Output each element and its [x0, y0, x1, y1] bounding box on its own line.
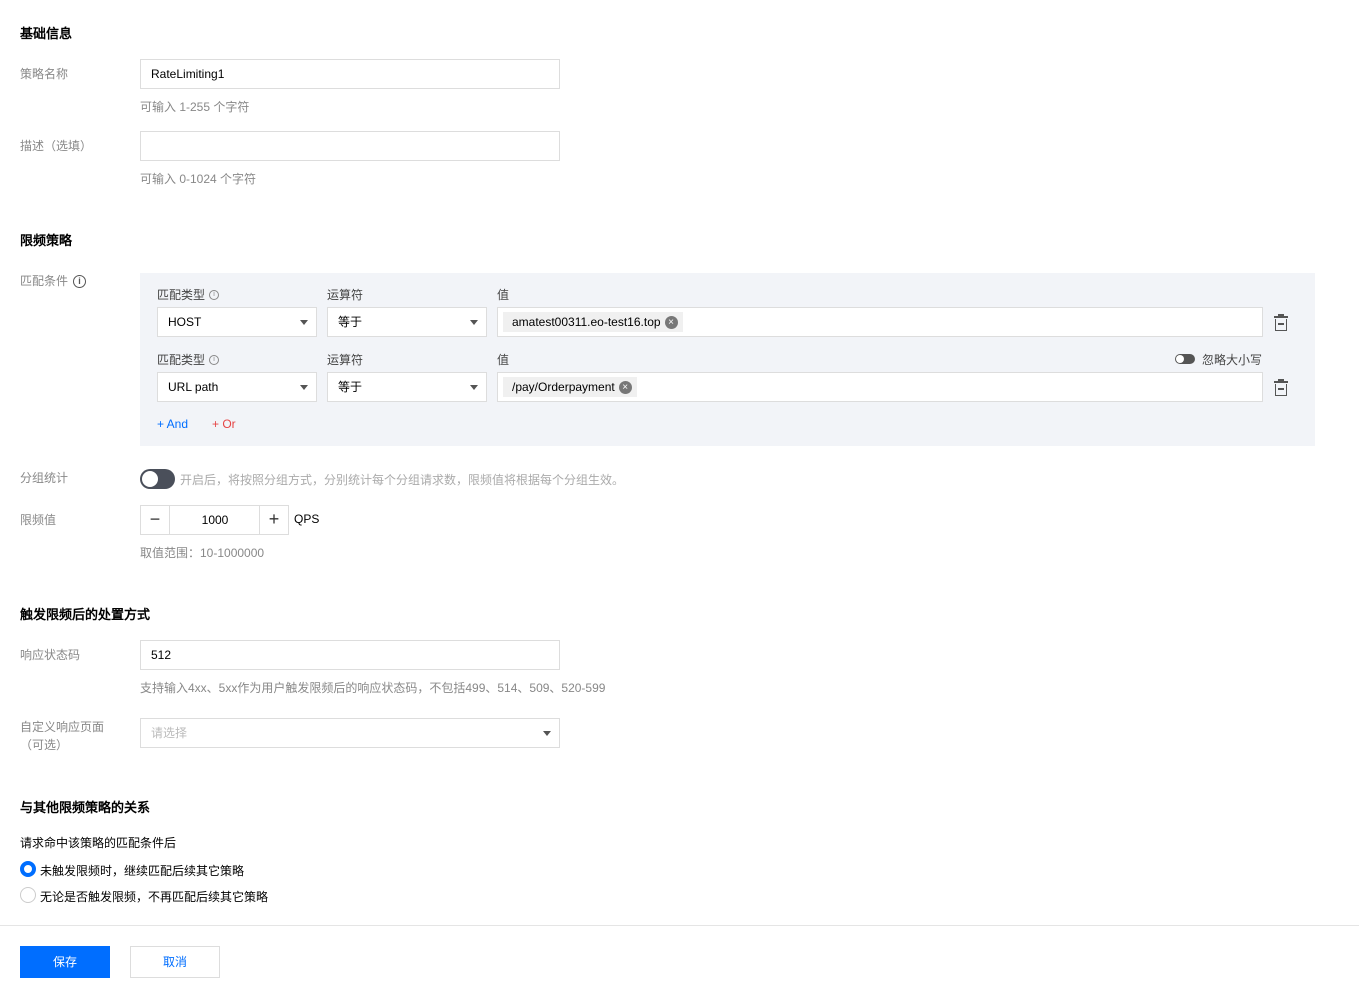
value-tag: /pay/Orderpayment × — [503, 377, 637, 397]
value-tag-text: /pay/Orderpayment — [512, 380, 615, 394]
rate-limit-label: 限频值 — [20, 513, 57, 527]
info-icon[interactable]: i — [73, 274, 87, 288]
relation-question: 请求命中该策略的匹配条件后 — [20, 836, 177, 850]
close-icon[interactable]: × — [618, 380, 632, 394]
add-and-button[interactable]: + And — [157, 417, 188, 431]
value-tag-text: amatest00311.eo-test16.top — [512, 315, 661, 329]
section-relation-title: 与其他限频策略的关系 — [20, 800, 151, 815]
value-input[interactable]: amatest00311.eo-test16.top × — [497, 307, 1263, 337]
custom-page-select[interactable]: 请选择 — [140, 718, 560, 748]
decrease-button[interactable]: − — [140, 505, 170, 535]
policy-name-label: 策略名称 — [20, 67, 69, 81]
operator-label: 运算符 — [327, 288, 364, 302]
operator-label: 运算符 — [327, 353, 364, 367]
caret-down-icon — [543, 731, 551, 736]
value-label: 值 — [497, 288, 510, 302]
match-condition-label-row: 匹配条件 i — [20, 272, 87, 290]
increase-button[interactable]: + — [259, 505, 289, 535]
section-limit-title: 限频策略 — [20, 233, 73, 248]
caret-down-icon — [300, 320, 308, 325]
group-stats-label: 分组统计 — [20, 471, 69, 485]
close-icon[interactable]: × — [664, 315, 678, 329]
custom-page-label: 自定义响应页面 （可选） — [20, 718, 104, 754]
save-button[interactable]: 保存 — [20, 946, 110, 978]
match-type-value: HOST — [168, 315, 202, 329]
value-tag: amatest00311.eo-test16.top × — [503, 312, 683, 332]
rate-limit-input[interactable]: 1000 — [170, 505, 260, 535]
footer-divider — [0, 925, 1359, 926]
rate-unit: QPS — [294, 512, 320, 526]
description-label: 描述（选填） — [20, 139, 93, 153]
caret-down-icon — [470, 385, 478, 390]
section-basic-title: 基础信息 — [20, 26, 73, 41]
match-type-value: URL path — [168, 380, 219, 394]
custom-page-label-line1: 自定义响应页面 — [20, 720, 105, 734]
ignore-case-label: 忽略大小写 — [1202, 353, 1263, 367]
match-type-select[interactable]: HOST — [157, 307, 317, 337]
radio-stop-label[interactable]: 无论是否触发限频，不再匹配后续其它策略 — [40, 888, 268, 905]
ignore-case-toggle[interactable] — [1175, 354, 1195, 364]
delete-icon[interactable] — [1273, 379, 1289, 396]
add-or-button[interactable]: + Or — [212, 417, 236, 431]
status-code-hint: 支持输入4xx、5xx作为用户触发限频后的响应状态码，不包括499、514、50… — [140, 681, 606, 695]
radio-continue-label[interactable]: 未触发限频时，继续匹配后续其它策略 — [40, 862, 244, 879]
condition-box — [140, 273, 1315, 446]
operator-select[interactable]: 等于 — [327, 307, 487, 337]
custom-page-label-line2: （可选） — [20, 738, 69, 752]
rate-limit-hint: 取值范围：10-1000000 — [140, 546, 265, 560]
value-label: 值 — [497, 353, 510, 367]
cancel-button[interactable]: 取消 — [130, 946, 220, 978]
operator-value: 等于 — [338, 315, 363, 329]
section-action-title: 触发限频后的处置方式 — [20, 607, 151, 622]
match-condition-label: 匹配条件 — [20, 274, 69, 288]
toggle-knob — [142, 471, 158, 487]
status-code-label: 响应状态码 — [20, 648, 81, 662]
custom-page-placeholder: 请选择 — [151, 726, 188, 740]
match-type-label: 匹配类型 i — [157, 351, 220, 368]
group-stats-description: 开启后，将按照分组方式，分别统计每个分组请求数，限频值将根据每个分组生效。 — [180, 473, 625, 487]
match-type-label: 匹配类型 i — [157, 286, 220, 303]
caret-down-icon — [470, 320, 478, 325]
policy-name-hint: 可输入 1-255 个字符 — [140, 100, 250, 114]
value-input[interactable]: /pay/Orderpayment × — [497, 372, 1263, 402]
group-stats-toggle[interactable] — [140, 469, 175, 489]
delete-icon[interactable] — [1273, 314, 1289, 331]
info-icon[interactable]: i — [209, 354, 220, 365]
info-icon[interactable]: i — [209, 289, 220, 300]
operator-select[interactable]: 等于 — [327, 372, 487, 402]
radio-stop[interactable] — [20, 887, 36, 903]
operator-value: 等于 — [338, 380, 363, 394]
policy-name-input[interactable]: RateLimiting1 — [140, 59, 560, 89]
status-code-input[interactable]: 512 — [140, 640, 560, 670]
caret-down-icon — [300, 385, 308, 390]
description-input[interactable] — [140, 131, 560, 161]
match-type-select[interactable]: URL path — [157, 372, 317, 402]
description-hint: 可输入 0-1024 个字符 — [140, 172, 257, 186]
radio-continue[interactable] — [20, 861, 36, 877]
